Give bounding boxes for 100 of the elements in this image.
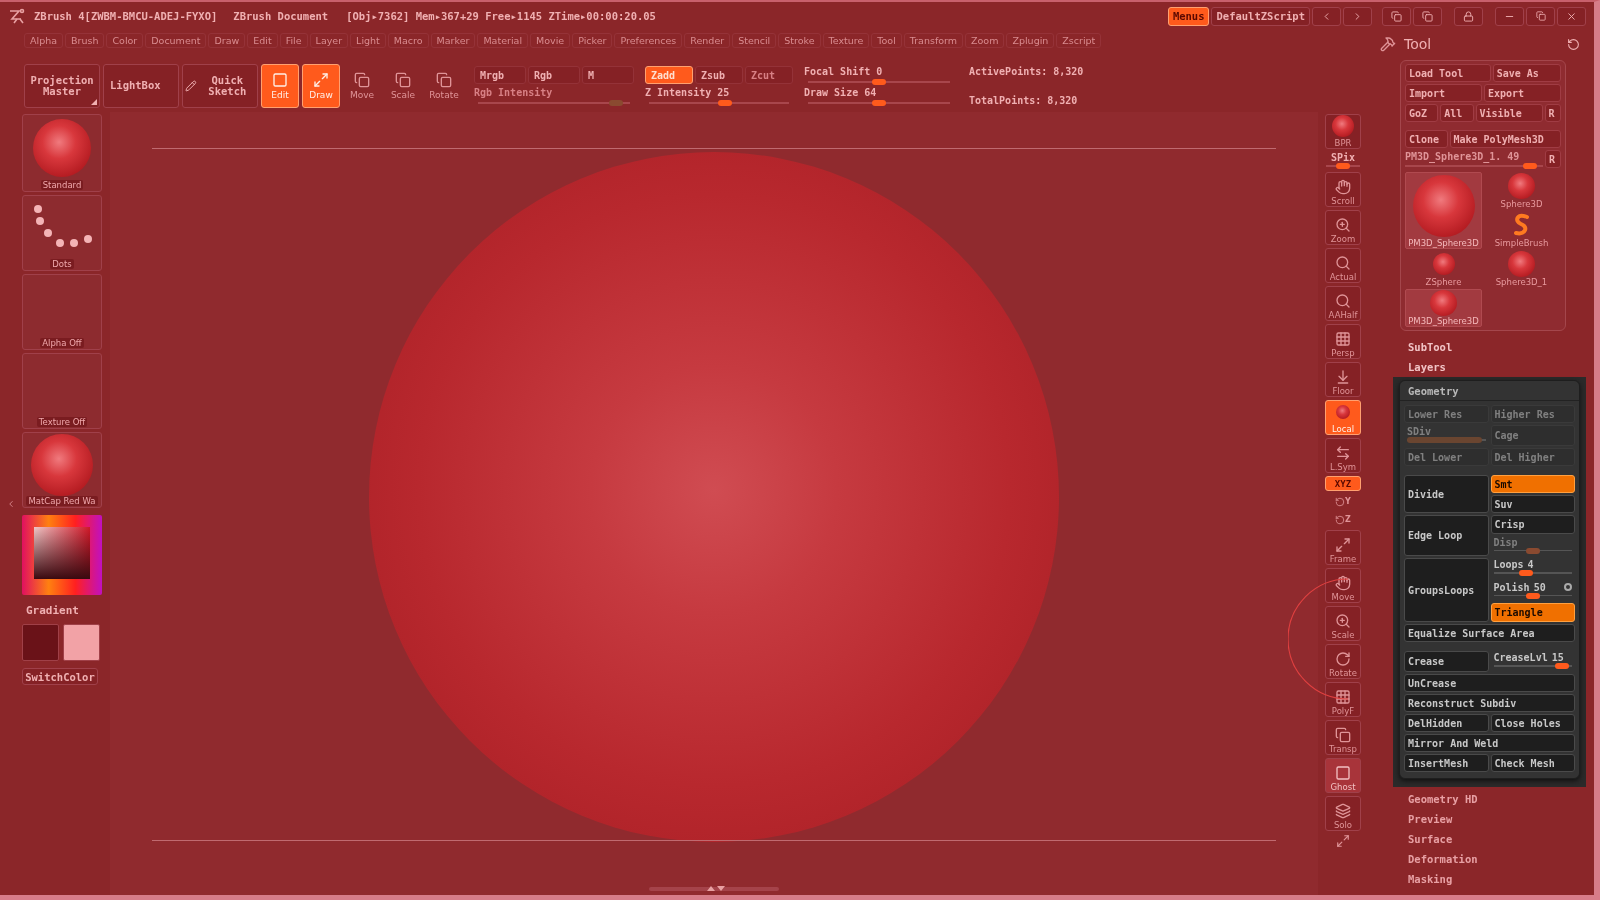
slider-thumb[interactable] (1522, 162, 1537, 169)
color-mode-button[interactable]: M (582, 66, 634, 84)
shelf-button[interactable]: Actual (1325, 248, 1361, 283)
palette-button[interactable]: R (1544, 104, 1561, 122)
copy-forward-button[interactable] (1413, 6, 1442, 26)
shelf-button[interactable]: Local (1325, 400, 1361, 435)
menu-item[interactable]: File (279, 32, 308, 48)
slider-track[interactable] (1493, 594, 1572, 597)
mode-button[interactable]: Scale (384, 64, 422, 108)
shelf-button[interactable]: Scale (1325, 606, 1361, 641)
script-button[interactable]: DefaultZScript (1211, 6, 1310, 26)
shelf-button[interactable]: L.Sym (1325, 438, 1361, 473)
collapse-icon[interactable] (6, 498, 16, 509)
palette-button[interactable]: Mirror And Weld (1404, 734, 1575, 752)
color-swatch[interactable] (22, 624, 59, 661)
mode-button[interactable]: Edit (261, 64, 299, 108)
palette-button[interactable]: Export (1484, 84, 1561, 102)
menu-item[interactable]: Zplugin (1006, 32, 1055, 48)
menu-item[interactable]: Marker (430, 32, 476, 48)
menu-item[interactable]: Draw (208, 32, 246, 48)
section-header[interactable]: Surface (1370, 829, 1594, 849)
menu-item[interactable]: Zscript (1056, 32, 1102, 48)
section-header[interactable]: Preview (1370, 809, 1594, 829)
menu-item[interactable]: Tool (871, 32, 902, 48)
tool-thumbnail[interactable]: Sphere3D_1 (1483, 250, 1560, 288)
slider-thumb[interactable] (1554, 663, 1569, 669)
palette-button[interactable]: Clone (1405, 130, 1448, 148)
switch-color-button[interactable]: SwitchColor (22, 668, 98, 685)
palette-button[interactable]: Close Holes (1490, 714, 1575, 732)
alpha-thumbnail[interactable]: Alpha Off (22, 274, 102, 350)
section-header[interactable]: SubTool (1370, 337, 1594, 357)
menu-item[interactable]: Transform (903, 32, 964, 48)
color-picker[interactable] (22, 515, 102, 595)
menu-item[interactable]: Macro (387, 32, 429, 48)
color-swatch[interactable] (63, 624, 100, 661)
palette-button[interactable]: R (1545, 150, 1561, 168)
rotate-axis-button[interactable]: Z (1335, 512, 1351, 527)
section-header[interactable]: Geometry HD (1370, 789, 1594, 809)
palette-button[interactable]: GoZ (1405, 104, 1439, 122)
menu-item[interactable]: Picker (572, 32, 613, 48)
palette-button[interactable]: All (1440, 104, 1474, 122)
palette-button[interactable]: DelHidden (1404, 714, 1489, 732)
section-header[interactable]: Masking (1370, 869, 1594, 889)
tool-button[interactable]: Projection Master (24, 64, 100, 108)
slider-thumb[interactable] (1519, 570, 1534, 576)
palette-button[interactable]: Save As (1492, 64, 1561, 82)
axis-toggle[interactable]: XYZ (1325, 476, 1361, 491)
palette-button[interactable]: Crease (1404, 651, 1489, 672)
mode-button[interactable]: Move (343, 64, 381, 108)
menu-item[interactable]: Zoom (965, 32, 1005, 48)
palette-button[interactable]: Smt (1490, 475, 1575, 493)
rotate-axis-button[interactable]: Y (1335, 494, 1351, 509)
shelf-button[interactable]: Floor (1325, 362, 1361, 397)
mode-button[interactable]: Rotate (425, 64, 463, 108)
menu-item[interactable]: Edit (247, 32, 278, 48)
slider-thumb[interactable] (1336, 163, 1350, 169)
color-mode-button[interactable]: Rgb (528, 66, 580, 84)
depth-mode-button[interactable]: Zsub (695, 66, 743, 84)
lock-button[interactable] (1454, 6, 1483, 26)
menu-item[interactable]: Preferences (614, 32, 683, 48)
palette-button[interactable]: Divide (1404, 475, 1489, 513)
next-layout-button[interactable] (1343, 6, 1372, 26)
copy-back-button[interactable] (1382, 6, 1411, 26)
palette-button[interactable]: Import (1405, 84, 1482, 102)
tool-button[interactable]: LightBox (103, 64, 179, 108)
palette-button[interactable]: Visible (1475, 104, 1543, 122)
shelf-button[interactable]: Transp (1325, 720, 1361, 755)
shelf-button[interactable]: PolyF (1325, 682, 1361, 717)
shelf-button[interactable]: Persp (1325, 324, 1361, 359)
palette-button[interactable]: Equalize Surface Area (1404, 624, 1575, 642)
slider-thumb[interactable] (1525, 592, 1540, 599)
shelf-button[interactable]: AAHalf (1325, 286, 1361, 321)
stroke-thumbnail[interactable]: Dots (22, 195, 102, 271)
minimize-button[interactable] (1495, 6, 1524, 26)
palette-button[interactable]: GroupsLoops (1404, 558, 1489, 622)
shelf-button[interactable]: Zoom (1325, 210, 1361, 245)
menu-item[interactable]: Movie (530, 32, 571, 48)
shelf-button[interactable]: Rotate (1325, 644, 1361, 679)
palette-button[interactable]: UnCrease (1404, 674, 1575, 692)
section-header[interactable]: Layers (1370, 357, 1594, 377)
shelf-button[interactable]: BPR (1325, 114, 1361, 149)
tool-button[interactable]: Quick Sketch (182, 64, 258, 108)
shelf-button[interactable]: Move (1325, 568, 1361, 603)
menu-item[interactable]: Render (684, 32, 731, 48)
menu-item[interactable]: Light (350, 32, 386, 48)
restore-button[interactable] (1526, 6, 1555, 26)
slider-thumb[interactable] (872, 79, 886, 85)
tool-thumbnail[interactable]: Sphere3D (1483, 172, 1560, 210)
expand-icon[interactable] (1336, 834, 1350, 848)
menu-item[interactable]: Texture (822, 32, 870, 48)
brush-thumbnail[interactable]: Standard (22, 114, 102, 192)
palette-button[interactable]: Triangle (1490, 603, 1575, 622)
slider-thumb[interactable] (872, 100, 886, 106)
palette-button[interactable]: Edge Loop (1404, 515, 1489, 556)
shelf-button[interactable]: Solo (1325, 796, 1361, 831)
palette-button[interactable]: Suv (1490, 495, 1575, 513)
menu-item[interactable]: Color (106, 32, 144, 48)
tool-thumbnail[interactable]: ZSphere (1405, 250, 1482, 288)
scroll-handle-icon[interactable] (649, 885, 779, 893)
close-button[interactable] (1557, 6, 1586, 26)
